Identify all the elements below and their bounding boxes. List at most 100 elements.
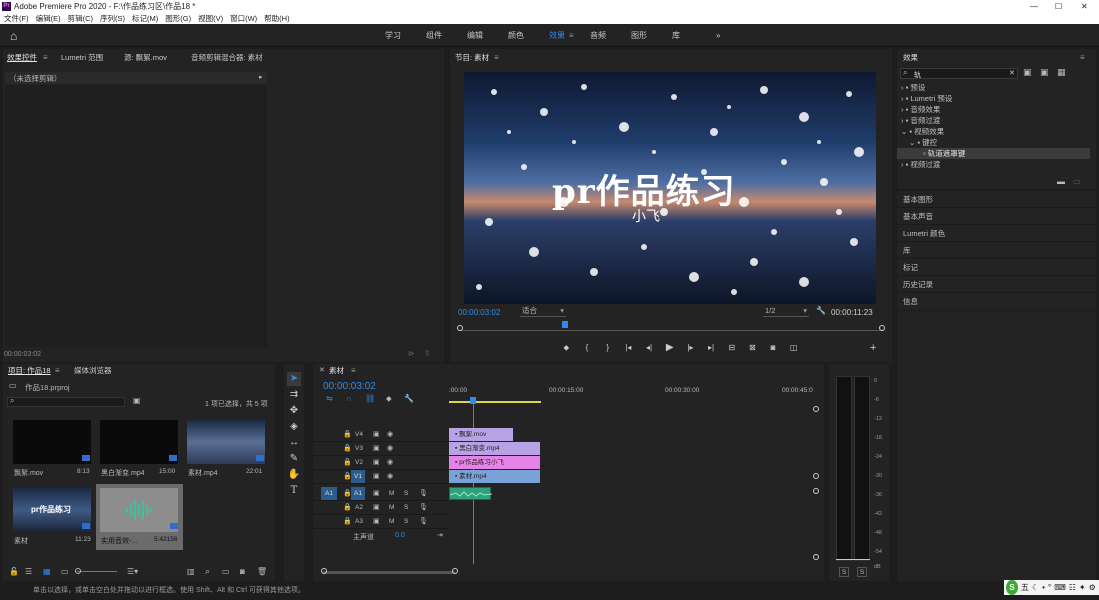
scrub-start-handle[interactable] [457, 325, 463, 331]
more-workspaces-button[interactable]: » [716, 24, 720, 47]
export-icon[interactable]: ⇪ [424, 349, 431, 358]
tree-item-audio-effects[interactable]: › ▪ 音频效果 [897, 104, 1090, 115]
delete-icon[interactable]: ▭ [1073, 177, 1081, 186]
maximize-button[interactable]: ☐ [1055, 0, 1062, 13]
timeline-timecode[interactable]: 00:00:03:02 [323, 381, 376, 392]
solo-button[interactable]: S [404, 504, 408, 511]
ime-logo-icon[interactable]: S [1006, 580, 1018, 595]
lift-icon[interactable]: ⊟ [725, 342, 738, 356]
32bit-effects-icon[interactable]: ▣ [1040, 67, 1049, 78]
master-value[interactable]: 0.0 [395, 532, 405, 539]
clear-icon[interactable]: 🗑 [257, 567, 267, 576]
lock-icon[interactable]: 🔓 [9, 567, 19, 576]
sync-icon[interactable]: ▣ [373, 489, 380, 497]
section-lumetri-color[interactable]: Lumetri 颜色 [897, 224, 1096, 241]
extract-icon[interactable]: ⊠ [746, 342, 759, 356]
ime-degree-icon[interactable]: ° [1048, 580, 1051, 595]
scrub-end-handle[interactable] [879, 325, 885, 331]
lock-track-icon[interactable]: 🔒 [343, 444, 352, 452]
lock-track-icon[interactable]: 🔒 [343, 458, 352, 466]
eye-icon[interactable]: ◉ [387, 458, 393, 466]
mic-icon[interactable]: 🎙 [419, 489, 428, 497]
linked-selection-icon[interactable]: ⛓ [365, 394, 375, 403]
eye-icon[interactable]: ◉ [387, 472, 393, 480]
vertical-scroll-bottom[interactable] [813, 554, 819, 560]
solo-button[interactable]: S [404, 518, 408, 525]
home-icon[interactable]: ⌂ [10, 29, 17, 43]
step-back-icon[interactable]: ◂| [643, 342, 656, 356]
tree-item-audio-transitions[interactable]: › ▪ 音频过渡 [897, 115, 1090, 126]
sync-icon[interactable]: ▣ [373, 517, 380, 525]
panel-menu-icon[interactable]: ≡ [43, 53, 48, 62]
tree-item-lumetri-presets[interactable]: › ▪ Lumetri 预设 [897, 93, 1090, 104]
mute-button[interactable]: M [389, 504, 394, 511]
effects-menu-icon[interactable]: ≡ [1080, 53, 1085, 62]
project-item[interactable]: pr作品练习 素材 11:23 [13, 488, 91, 546]
yuv-effects-icon[interactable]: ▦ [1057, 67, 1066, 78]
track-label[interactable]: A1 [351, 487, 365, 500]
effects-title[interactable]: 效果 [903, 51, 918, 65]
solo-button[interactable]: S [404, 490, 408, 497]
list-view-icon[interactable]: ☰ [25, 567, 32, 576]
freeform-view-icon[interactable]: ▭ [61, 567, 69, 576]
accelerated-effects-icon[interactable]: ▣ [1023, 67, 1032, 78]
menu-view[interactable]: 视图(V) [198, 14, 223, 23]
workspace-effects[interactable]: 效果 [549, 24, 565, 47]
tab-media-browser[interactable]: 媒体浏览器 [74, 364, 112, 378]
horizontal-scrollbar[interactable] [323, 571, 455, 574]
find-icon[interactable]: ⌕ [205, 566, 210, 577]
track-label[interactable]: V1 [351, 470, 365, 483]
program-scrubber[interactable] [457, 321, 885, 335]
ime-dot-icon[interactable]: • [1042, 580, 1045, 595]
tree-item-presets[interactable]: › ▪ 预设 [897, 82, 1090, 93]
work-area-bar[interactable] [449, 401, 541, 403]
mark-out-icon[interactable]: } [601, 342, 614, 356]
new-search-bin-icon[interactable]: ▣ [133, 396, 141, 405]
automate-to-sequence-icon[interactable]: ▥ [187, 567, 195, 576]
zoom-slider-handle[interactable] [75, 568, 81, 574]
workspace-editing[interactable]: 编辑 [467, 24, 483, 47]
filter-icon[interactable]: ⊳ [408, 349, 415, 358]
vertical-scroll-mid2[interactable] [813, 488, 819, 494]
ime-wubi-icon[interactable]: 五 [1021, 580, 1029, 595]
lock-track-icon[interactable]: 🔒 [343, 503, 352, 511]
mic-icon[interactable]: 🎙 [419, 517, 428, 525]
nest-icon[interactable]: ⇋ [326, 394, 333, 403]
mark-in-icon[interactable]: { [581, 342, 594, 356]
hand-tool-icon[interactable]: ✋ [287, 468, 301, 482]
workspace-learn[interactable]: 学习 [385, 24, 401, 47]
lock-track-icon[interactable]: 🔒 [343, 430, 352, 438]
timeline-ruler[interactable]: :00:00 00:00:15:00 00:00:30:00 00:00:45:… [449, 385, 813, 405]
section-libraries[interactable]: 库 [897, 241, 1096, 258]
vertical-scroll-mid1[interactable] [813, 473, 819, 479]
clip-v3[interactable]: ▪ 黑白渐变.mp4 [449, 442, 540, 455]
go-to-out-icon[interactable]: ▸| [705, 342, 718, 356]
workspace-audio[interactable]: 音频 [590, 24, 606, 47]
razor-tool-icon[interactable]: ◈ [287, 420, 301, 434]
ime-grid-icon[interactable]: ☷ [1069, 580, 1076, 595]
comparison-view-icon[interactable]: ◫ [787, 342, 800, 356]
eye-icon[interactable]: ◉ [387, 444, 393, 452]
program-title[interactable]: 节目: 素材 [455, 51, 489, 65]
settings-wrench-icon[interactable]: 🔧 [816, 306, 826, 315]
expand-arrow-icon[interactable]: ▸ [259, 73, 263, 81]
project-search-field[interactable]: ⌕ [7, 396, 125, 407]
solo-left-button[interactable]: S [839, 567, 849, 577]
new-bin-icon[interactable]: ▬ [1057, 177, 1065, 186]
ripple-edit-tool-icon[interactable]: ✥ [287, 404, 301, 418]
ime-star-icon[interactable]: ✦ [1079, 580, 1086, 595]
clip-a1-audio[interactable] [449, 487, 493, 500]
tab-lumetri-scopes[interactable]: Lumetri 范围 [61, 51, 103, 65]
step-forward-icon[interactable]: |▸ [684, 342, 697, 356]
workspace-libraries[interactable]: 库 [672, 24, 680, 47]
sync-icon[interactable]: ▣ [373, 444, 380, 452]
tab-effect-controls[interactable]: 效果控件 [7, 51, 37, 65]
tab-project[interactable]: 项目: 作品18 [8, 364, 51, 378]
quality-dropdown[interactable]: 1/2 ▾ [763, 305, 809, 317]
program-timecode[interactable]: 00:00:03:02 [458, 308, 500, 317]
project-item-selected[interactable]: 实用音效-... 5:42156 [96, 484, 183, 550]
slip-tool-icon[interactable]: ↔ [287, 436, 301, 450]
timeline-tab[interactable]: 素材 [329, 364, 344, 378]
vertical-scroll-top[interactable] [813, 406, 819, 412]
workspace-menu-icon[interactable]: ≡ [569, 31, 574, 40]
